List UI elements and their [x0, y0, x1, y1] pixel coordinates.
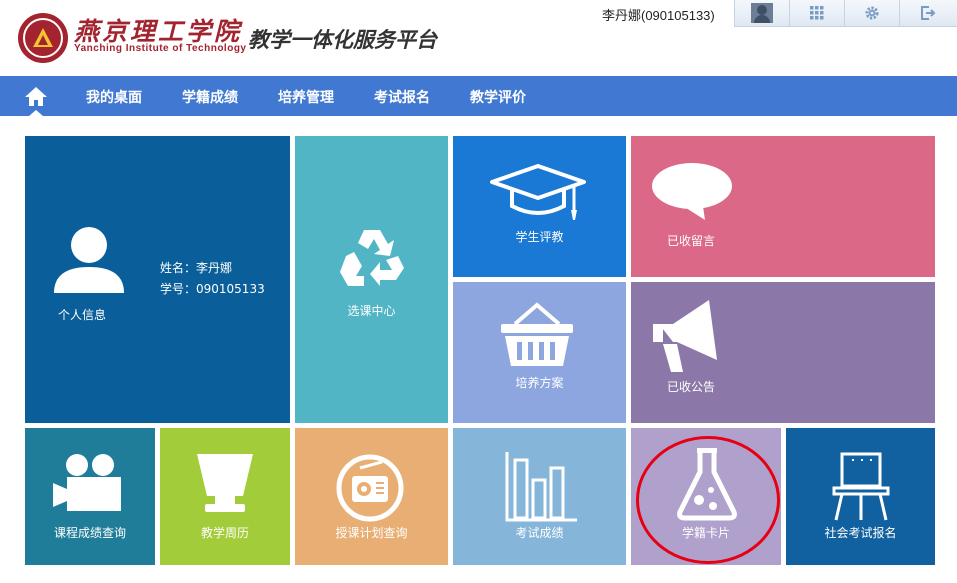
apps-grid-icon [810, 6, 824, 20]
tile-teaching-calendar-label: 教学周历 [200, 526, 249, 540]
tile-personal-info[interactable]: 个人信息 姓名：李丹娜 学号：090105133 [25, 136, 290, 423]
tile-received-messages[interactable]: 已收留言 [631, 136, 935, 277]
tile-teaching-plan-query[interactable]: 授课计划查询 [295, 428, 448, 565]
user-display: 李丹娜(090105133) [602, 8, 715, 23]
tile-exam-grades-label: 考试成绩 [515, 526, 564, 540]
school-logo [18, 13, 68, 63]
bar-chart-icon [505, 452, 577, 522]
tile-personal-info-label: 个人信息 [57, 308, 106, 322]
tile-received-messages-label: 已收留言 [666, 234, 715, 248]
settings-button[interactable] [845, 0, 900, 26]
megaphone-icon [653, 300, 717, 372]
header: 燕京理工学院 Yanching Institute of Technology … [0, 0, 957, 76]
tile-received-notices[interactable]: 已收公告 [631, 282, 935, 423]
student-name: 姓名：李丹娜 [160, 261, 233, 275]
tile-course-grade-query-label: 课程成绩查询 [53, 526, 126, 540]
speech-bubble-icon [652, 163, 732, 220]
home-icon[interactable] [24, 85, 48, 107]
tile-student-evaluation[interactable]: 学生评教 [453, 136, 626, 277]
tile-course-selection[interactable]: 选课中心 [295, 136, 448, 423]
tile-student-evaluation-label: 学生评教 [515, 230, 564, 244]
platform-title: 教学一体化服务平台 [248, 28, 437, 52]
user-icon [54, 227, 124, 293]
tile-student-card-label: 学籍卡片 [681, 526, 730, 540]
recycle-icon [340, 230, 404, 286]
avatar-button[interactable] [735, 0, 790, 26]
tile-social-exam-signup[interactable]: 社会考试报名 [786, 428, 935, 565]
logout-button[interactable] [900, 0, 955, 26]
video-camera-icon [53, 454, 121, 511]
tile-training-plan[interactable]: 培养方案 [453, 282, 626, 423]
top-toolbar [734, 0, 957, 27]
avatar [751, 3, 773, 23]
tile-training-plan-label: 培养方案 [515, 376, 564, 390]
tile-student-card[interactable]: 学籍卡片 [631, 428, 781, 565]
tile-social-exam-signup-label: 社会考试报名 [824, 526, 897, 540]
nav-item-teaching-evaluation[interactable]: 教学评价 [470, 87, 526, 107]
graduation-cap-icon [490, 164, 586, 220]
radio-icon [336, 454, 404, 522]
monitor-icon [197, 454, 253, 512]
tile-received-notices-label: 已收公告 [666, 380, 715, 394]
gear-icon [865, 6, 879, 20]
tile-teaching-plan-query-label: 授课计划查询 [335, 526, 408, 540]
nav-item-exam-registration[interactable]: 考试报名 [374, 87, 430, 107]
tile-exam-grades[interactable]: 考试成绩 [453, 428, 626, 565]
student-id: 学号：090105133 [160, 282, 265, 296]
easel-icon [832, 452, 890, 521]
tile-course-selection-label: 选课中心 [347, 304, 396, 318]
flask-icon [677, 448, 737, 521]
nav-item-my-desktop[interactable]: 我的桌面 [86, 87, 142, 107]
tile-course-grade-query[interactable]: 课程成绩查询 [25, 428, 155, 565]
school-name-en: Yanching Institute of Technology [74, 43, 247, 54]
nav-item-training-management[interactable]: 培养管理 [278, 87, 334, 107]
apps-grid-button[interactable] [790, 0, 845, 26]
main-nav: 我的桌面 学籍成绩 培养管理 考试报名 教学评价 [0, 76, 957, 116]
basket-icon [501, 302, 573, 366]
logout-icon [920, 6, 935, 20]
nav-item-student-records[interactable]: 学籍成绩 [182, 87, 238, 107]
active-nav-indicator [29, 110, 43, 116]
tile-teaching-calendar[interactable]: 教学周历 [160, 428, 290, 565]
